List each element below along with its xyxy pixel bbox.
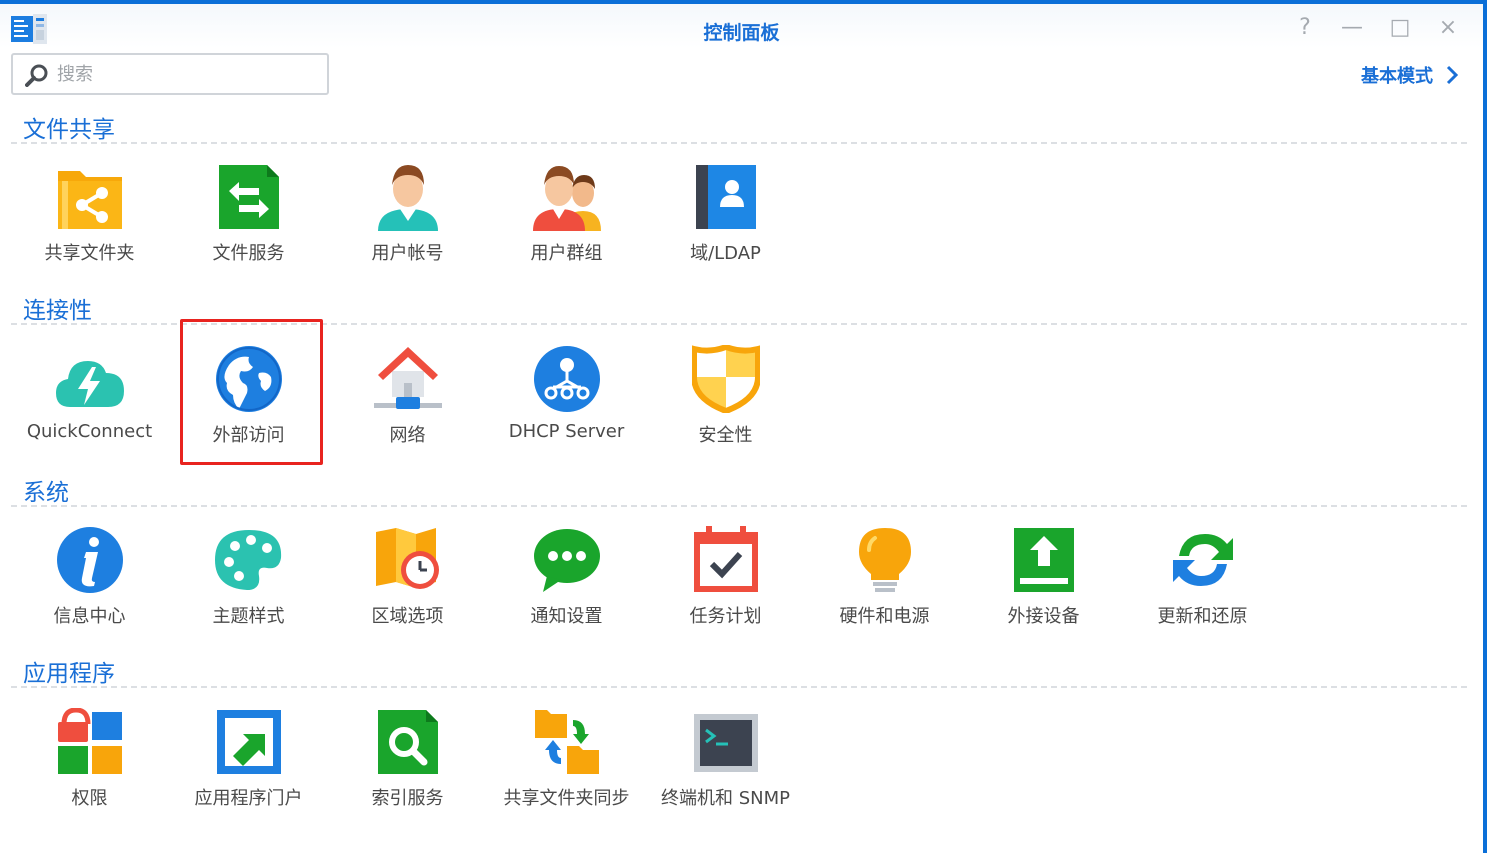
regional-options-icon (376, 528, 439, 589)
item-shared-folder-sync[interactable]: 共享文件夹同步 (487, 708, 646, 818)
item-label: 任务计划 (689, 606, 762, 627)
item-quickconnect[interactable]: QuickConnect (10, 345, 169, 455)
palette-icon (215, 530, 282, 590)
item-label: 域/LDAP (690, 243, 761, 264)
help-button[interactable]: ? (1291, 14, 1319, 42)
terminal-icon (694, 714, 758, 772)
item-label: 安全性 (698, 425, 753, 446)
item-task-scheduler[interactable]: 任务计划 (646, 526, 805, 636)
item-label: 文件服务 (212, 243, 285, 264)
item-label: 外部访问 (212, 425, 285, 446)
section-title: 应用程序 (23, 661, 115, 687)
search-box[interactable] (11, 53, 329, 95)
update-restore-icon (1173, 534, 1233, 586)
search-input[interactable] (57, 60, 317, 88)
calendar-task-icon (694, 526, 758, 592)
maximize-button[interactable]: □ (1386, 14, 1414, 42)
close-button[interactable]: × (1434, 14, 1462, 42)
quickconnect-icon (56, 361, 124, 407)
basic-mode-label: 基本模式 (1361, 66, 1433, 87)
window-title: 控制面板 (703, 22, 780, 44)
item-label: 更新和还原 (1157, 606, 1248, 627)
shared-folder-sync-icon (535, 710, 599, 774)
section-divider (11, 323, 1467, 325)
minimize-button[interactable]: — (1338, 14, 1366, 42)
item-label: 共享文件夹 (44, 243, 135, 264)
lightbulb-icon (859, 528, 911, 592)
indexing-service-icon (378, 710, 438, 774)
domain-ldap-icon (696, 165, 756, 229)
item-hardware-power[interactable]: 硬件和电源 (805, 526, 964, 636)
window-right-border (1483, 0, 1487, 853)
item-label: DHCP Server (508, 421, 625, 442)
item-label: 信息中心 (53, 606, 126, 627)
shared-folder-icon (58, 171, 122, 229)
item-privileges[interactable]: 权限 (10, 708, 169, 818)
network-icon (374, 347, 442, 409)
item-label: 区域选项 (371, 606, 444, 627)
section-title: 系统 (23, 480, 69, 506)
item-regional-options[interactable]: 区域选项 (328, 526, 487, 636)
section-divider (11, 142, 1467, 144)
item-label: 通知设置 (530, 606, 603, 627)
item-theme[interactable]: 主题样式 (169, 526, 328, 636)
item-label: QuickConnect (26, 421, 153, 442)
section-title: 连接性 (23, 298, 92, 324)
app-portal-icon (217, 710, 281, 774)
user-icon (378, 165, 438, 231)
section-title: 文件共享 (23, 117, 115, 143)
search-icon (25, 64, 48, 87)
external-device-icon (1014, 528, 1074, 592)
section-divider (11, 505, 1467, 507)
item-external-devices[interactable]: 外接设备 (964, 526, 1123, 636)
chevron-right-icon (1446, 65, 1459, 85)
notification-icon (534, 529, 600, 592)
item-label: 网络 (389, 425, 426, 446)
item-file-services[interactable]: 文件服务 (169, 163, 328, 273)
item-application-portal[interactable]: 应用程序门户 (169, 708, 328, 818)
item-label: 应用程序门户 (194, 788, 303, 809)
item-info-center[interactable]: 信息中心 (10, 526, 169, 636)
item-group[interactable]: 用户群组 (487, 163, 646, 273)
item-network[interactable]: 网络 (328, 345, 487, 455)
item-label: 共享文件夹同步 (503, 788, 630, 809)
item-external-access[interactable]: 外部访问 (169, 345, 328, 455)
group-icon (533, 166, 601, 231)
item-label: 权限 (71, 788, 108, 809)
file-services-icon (219, 165, 279, 229)
item-label: 主题样式 (212, 606, 285, 627)
item-terminal-snmp[interactable]: 终端机和 SNMP (646, 708, 805, 818)
item-label: 索引服务 (371, 788, 444, 809)
item-update-restore[interactable]: 更新和还原 (1123, 526, 1282, 636)
item-user[interactable]: 用户帐号 (328, 163, 487, 273)
item-notification[interactable]: 通知设置 (487, 526, 646, 636)
shield-icon (692, 345, 760, 413)
item-security[interactable]: 安全性 (646, 345, 805, 455)
section-divider (11, 686, 1467, 688)
item-domain-ldap[interactable]: 域/LDAP (646, 163, 805, 273)
privileges-icon (58, 708, 122, 774)
item-dhcp-server[interactable]: DHCP Server (487, 345, 646, 455)
globe-icon (216, 346, 282, 412)
basic-mode-link[interactable]: 基本模式 (1361, 62, 1459, 88)
item-label: 用户帐号 (371, 243, 444, 264)
item-label: 用户群组 (530, 243, 603, 264)
item-shared-folder[interactable]: 共享文件夹 (10, 163, 169, 273)
title-bar[interactable]: 控制面板 ? — □ × (0, 4, 1483, 48)
info-icon (57, 527, 123, 593)
item-indexing-service[interactable]: 索引服务 (328, 708, 487, 818)
item-label: 外接设备 (1007, 606, 1080, 627)
item-label: 终端机和 SNMP (661, 788, 790, 809)
dhcp-server-icon (534, 346, 600, 412)
item-label: 硬件和电源 (839, 606, 930, 627)
